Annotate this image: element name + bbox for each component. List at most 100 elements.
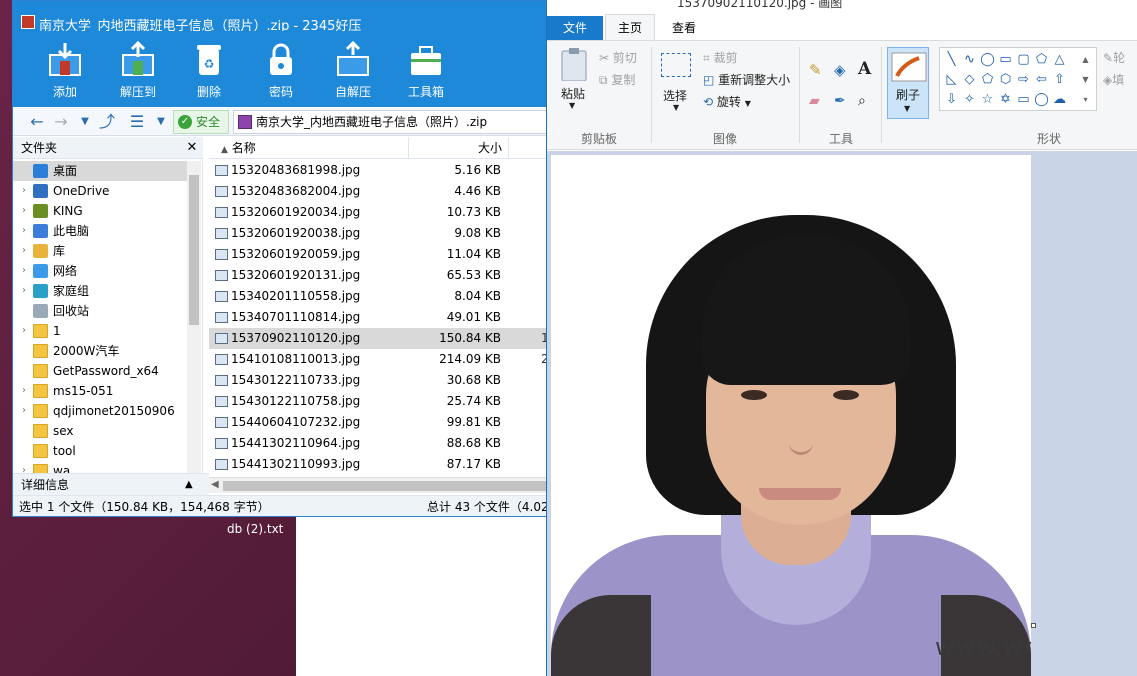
rotate-button[interactable]: ⟲ 旋转 ▼ <box>703 93 751 110</box>
close-icon[interactable]: ✕ <box>183 137 201 159</box>
chevron-right-icon[interactable]: › <box>19 221 29 241</box>
details-bar[interactable]: 详细信息 ▲ <box>13 473 223 495</box>
arrow-up-shape-icon[interactable]: ⇧ <box>1052 72 1067 87</box>
resize-button[interactable]: ◰ 重新调整大小 <box>703 71 790 88</box>
arrow-left-shape-icon[interactable]: ⇦ <box>1034 72 1049 87</box>
column-size[interactable]: 大小 <box>409 137 509 159</box>
file-row[interactable]: 15440604107232.jpg 99.81 KB <box>209 412 546 433</box>
rounded-rectangle-shape-icon[interactable]: ▢ <box>1016 52 1031 67</box>
arrow-right-shape-icon[interactable]: ⇨ <box>1016 72 1031 87</box>
file-row[interactable]: 15370902110120.jpg150.84 KB1 <box>209 328 546 349</box>
chevron-right-icon[interactable]: › <box>19 241 29 261</box>
file-row[interactable]: 15340201110558.jpg 8.04 KB <box>209 286 546 307</box>
paste-button[interactable]: 粘贴 ▼ <box>559 47 591 117</box>
rounded-callout-shape-icon[interactable]: ▭ <box>1016 92 1031 107</box>
brush-button[interactable]: 刷子 ▼ <box>887 47 929 119</box>
view-dropdown-icon[interactable]: ▼ <box>151 112 171 132</box>
column-extra[interactable] <box>509 137 546 159</box>
tree-item[interactable]: tool <box>13 441 189 461</box>
four-point-star-shape-icon[interactable]: ✧ <box>962 92 977 107</box>
delete-button[interactable]: ♻ 删除 <box>179 39 239 105</box>
extract-to-button[interactable]: 解压到 <box>108 39 168 105</box>
shapes-expand-icon[interactable]: ▾ <box>1078 92 1093 107</box>
file-row[interactable]: 15320483682004.jpg 4.46 KB <box>209 181 546 202</box>
line-shape-icon[interactable]: ╲ <box>944 52 959 67</box>
horizontal-scrollbar[interactable]: ◀ <box>209 477 546 493</box>
curve-shape-icon[interactable]: ∿ <box>962 52 977 67</box>
hexagon-shape-icon[interactable]: ⬡ <box>998 72 1013 87</box>
file-row[interactable]: 15441302110993.jpg 87.17 KB <box>209 454 546 475</box>
oval-shape-icon[interactable]: ◯ <box>980 52 995 67</box>
password-button[interactable]: 密码 <box>251 39 311 105</box>
tab-view[interactable]: 查看 <box>659 16 709 40</box>
file-row[interactable]: 15441302110964.jpg 88.68 KB <box>209 433 546 454</box>
desktop-file-label[interactable]: db (2).txt <box>227 522 283 536</box>
arrow-down-shape-icon[interactable]: ⇩ <box>944 92 959 107</box>
tree-item[interactable]: › 此电脑 <box>13 221 189 241</box>
chevron-right-icon[interactable]: › <box>19 401 29 421</box>
chevron-up-icon[interactable]: ▲ <box>185 474 193 496</box>
file-row[interactable]: 15340701110814.jpg 49.01 KB <box>209 307 546 328</box>
tab-home[interactable]: 主页 <box>605 14 655 40</box>
eraser-icon[interactable]: ▰ <box>809 93 820 109</box>
tree-item[interactable]: 回收站 <box>13 301 189 321</box>
tree-item[interactable]: › qdjimonet20150906 <box>13 401 189 421</box>
view-list-icon[interactable]: ☰ <box>127 112 147 132</box>
horizontal-scrollbar-thumb[interactable] <box>223 481 546 491</box>
chevron-right-icon[interactable]: › <box>19 181 29 201</box>
tree-item[interactable]: GetPassword_x64 <box>13 361 189 381</box>
file-row[interactable]: 15410108110013.jpg214.09 KB2 <box>209 349 546 370</box>
fill-button[interactable]: ◈填 <box>1103 71 1124 88</box>
select-dropdown-icon[interactable]: ▼ <box>673 103 679 112</box>
file-row[interactable]: 15320601920038.jpg 9.08 KB <box>209 223 546 244</box>
sfx-button[interactable]: 自解压 <box>323 39 383 105</box>
chevron-right-icon[interactable]: › <box>19 381 29 401</box>
magnifier-icon[interactable]: ⌕ <box>858 93 866 109</box>
tree-item[interactable]: 桌面 <box>13 161 189 181</box>
tree-item[interactable]: › ms15-051 <box>13 381 189 401</box>
shapes-scroll-up-icon[interactable]: ▲ <box>1078 52 1093 67</box>
copy-button[interactable]: ⧉ 复制 <box>599 71 635 88</box>
file-row[interactable]: 15320601920034.jpg 10.73 KB <box>209 202 546 223</box>
tree-item[interactable]: › 1 <box>13 321 189 341</box>
tree-scrollbar-thumb[interactable] <box>189 175 199 325</box>
shapes-scroll-down-icon[interactable]: ▼ <box>1078 72 1093 87</box>
path-field[interactable]: 南京大学_内地西藏班电子信息（照片）.zip <box>233 110 546 134</box>
tree-item[interactable]: › 家庭组 <box>13 281 189 301</box>
color-picker-icon[interactable]: ✒ <box>834 93 846 109</box>
tree-item[interactable]: sex <box>13 421 189 441</box>
file-row[interactable]: 15430122110733.jpg 30.68 KB <box>209 370 546 391</box>
pentagon-shape-icon[interactable]: ⬠ <box>980 72 995 87</box>
tree-item[interactable]: 2000W汽车 <box>13 341 189 361</box>
tree-item[interactable]: › 库 <box>13 241 189 261</box>
paste-dropdown-icon[interactable]: ▼ <box>569 101 575 110</box>
paint-titlebar[interactable]: 15370902110120.jpg - 画图 <box>547 0 1137 14</box>
forward-arrow-icon[interactable]: → <box>51 112 71 132</box>
toolbox-button[interactable]: 工具箱 <box>396 39 456 105</box>
diamond-shape-icon[interactable]: ◇ <box>962 72 977 87</box>
text-tool-icon[interactable]: A <box>858 59 871 79</box>
tree-item[interactable]: › 网络 <box>13 261 189 281</box>
right-triangle-shape-icon[interactable]: ◺ <box>944 72 959 87</box>
chevron-right-icon[interactable]: › <box>19 201 29 221</box>
six-point-star-shape-icon[interactable]: ✡ <box>998 92 1013 107</box>
polygon-shape-icon[interactable]: ⬠ <box>1034 52 1049 67</box>
rectangle-shape-icon[interactable]: ▭ <box>998 52 1013 67</box>
select-button[interactable]: 选择 ▼ <box>659 47 695 123</box>
canvas-resize-handle[interactable] <box>1031 623 1036 628</box>
security-badge[interactable]: ✓ 安全 <box>173 110 229 134</box>
outline-button[interactable]: ✎轮 <box>1103 49 1125 66</box>
file-row[interactable]: 15430122110758.jpg 25.74 KB <box>209 391 546 412</box>
file-row[interactable]: 15320601920059.jpg 11.04 KB <box>209 244 546 265</box>
chevron-right-icon[interactable]: › <box>19 281 29 301</box>
fill-bucket-icon[interactable]: ◈ <box>834 61 846 79</box>
oval-callout-shape-icon[interactable]: ◯ <box>1034 92 1049 107</box>
file-row[interactable]: 15320483681998.jpg 5.16 KB <box>209 160 546 181</box>
cut-button[interactable]: ✂ 剪切 <box>599 49 637 66</box>
tree-item[interactable]: › OneDrive <box>13 181 189 201</box>
file-row[interactable]: 15320601920131.jpg 65.53 KB <box>209 265 546 286</box>
image-canvas[interactable]: www.wooyun.org <box>551 155 1031 676</box>
chevron-right-icon[interactable]: › <box>19 261 29 281</box>
cloud-callout-shape-icon[interactable]: ☁ <box>1052 92 1067 107</box>
tree-item[interactable]: › KING <box>13 201 189 221</box>
